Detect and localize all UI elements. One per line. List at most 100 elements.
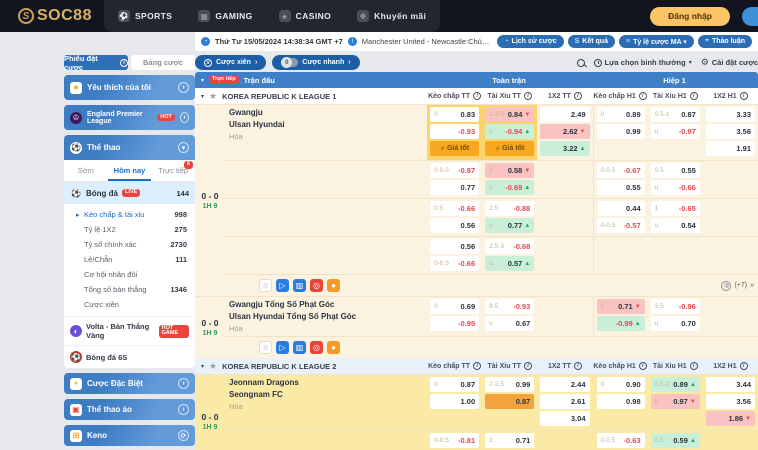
odds-cell[interactable]: 0-0.5-0.66 — [430, 256, 479, 271]
odds-cell[interactable]: 1.00 — [430, 394, 479, 409]
odds-cell[interactable]: 0.50.55 — [651, 163, 700, 178]
best-price-button[interactable]: ⚡Giá tốt — [485, 141, 534, 156]
odds-cell[interactable]: u0.87 — [485, 394, 534, 409]
odds-cell[interactable]: 1.91 — [706, 141, 755, 156]
live-center-icon[interactable]: ◎ — [310, 341, 323, 354]
odds-cell[interactable]: 0.50.59▲ — [651, 433, 700, 448]
sports-header[interactable]: ⚽ Thể thao ▾ — [64, 135, 195, 160]
odds-cell[interactable]: 20.58▼ — [485, 163, 534, 178]
odds-cell[interactable]: 00.71▼ — [597, 299, 645, 314]
nav-item-khuyến-mãi[interactable]: ❖Khuyến mãi — [357, 10, 426, 22]
news-ticker[interactable]: Manchester United - Newcastle:Chúng tôi … — [362, 37, 493, 46]
favorites-header[interactable]: ★ Yêu thích của tôi › — [64, 75, 195, 100]
odds-cell[interactable]: 0-0.5-0.63 — [597, 433, 645, 448]
sort-select[interactable]: Lựa chọn bình thường ▾ — [594, 58, 692, 67]
sidebar-market-item[interactable]: Lẻ/Chẵn111 — [64, 252, 195, 267]
odds-cell[interactable]: 00.87 — [430, 377, 479, 392]
odds-cell[interactable]: 0-0.5-0.67 — [597, 163, 645, 178]
odds-cell[interactable]: 0.44 — [597, 201, 645, 216]
odds-cell[interactable]: u-0.97 — [651, 124, 700, 139]
quick-bet-toggle[interactable] — [281, 58, 298, 67]
register-button-partial[interactable] — [742, 7, 758, 26]
time-tab-trực-tiếp[interactable]: Trực tiếp6 — [151, 160, 195, 181]
odds-cell[interactable]: u0.97▼ — [651, 394, 700, 409]
quick-bet-button[interactable]: Cược nhanh › — [272, 55, 359, 70]
stream-icon[interactable]: ▷ — [276, 279, 289, 292]
nav-item-sports[interactable]: ⚽SPORTS — [118, 10, 172, 22]
odds-cell[interactable]: 0.99 — [597, 124, 645, 139]
sidebar-market-item[interactable]: Tỷ số chính xác2730 — [64, 237, 195, 252]
nav-item-gaming[interactable]: ▦GAMING — [198, 10, 252, 22]
brand-logo[interactable]: S SOC88 — [18, 7, 92, 25]
odds-cell[interactable]: 3.44 — [706, 377, 755, 392]
sidebar-market-item[interactable]: Kèo chấp & tài xỉu998 — [64, 207, 195, 222]
infobar-button-odds-ma[interactable]: ≡Tỷ lệ cược MA ▾ — [619, 35, 694, 48]
odds-cell[interactable]: u-0.69▲ — [485, 180, 534, 195]
odds-cell[interactable]: 0.5-10.87 — [651, 107, 700, 122]
odds-cell[interactable]: 0.5-0.66 — [430, 201, 479, 216]
odds-cell[interactable]: 2.5-3-0.68 — [485, 239, 534, 254]
odds-cell[interactable]: 0-0.5-0.87 — [430, 163, 479, 178]
odds-cell[interactable]: 2.61 — [540, 394, 589, 409]
odds-cell[interactable]: 3.33 — [706, 107, 755, 122]
odds-cell[interactable]: 0.77 — [430, 180, 479, 195]
sidebar-item-football[interactable]: ⚽ Bóng đá LIVE 144 — [64, 182, 195, 204]
ball-tracker-icon[interactable]: ● — [327, 341, 340, 354]
sidebar-game-item[interactable]: ◐Volta - Bàn Thắng VàngHOT GAME — [64, 316, 195, 345]
stream-icon[interactable]: ▷ — [276, 341, 289, 354]
statistics-icon[interactable]: ▥ — [293, 279, 306, 292]
sidebar-market-item[interactable]: Tổng số bàn thắng1346 — [64, 282, 195, 297]
odds-cell[interactable]: u-0.94▲ — [485, 124, 534, 139]
time-tab-sớm[interactable]: Sớm — [64, 160, 108, 181]
infobar-button-chat[interactable]: ❞Thảo luận — [698, 35, 752, 48]
sidebar-market-item[interactable]: Tỷ lệ 1X2275 — [64, 222, 195, 237]
tab-bet-slip[interactable]: Phiếu đặt cược i — [64, 55, 128, 70]
odds-cell[interactable]: 0-0.5-0.81 — [430, 433, 479, 448]
odds-cell[interactable]: 3.56 — [706, 124, 755, 139]
time-tab-hôm-nay[interactable]: Hôm nay — [108, 160, 152, 181]
odds-cell[interactable]: 20.71 — [485, 433, 534, 448]
odds-cell[interactable]: 3.04 — [540, 411, 589, 426]
odds-cell[interactable]: 2.44 — [540, 377, 589, 392]
odds-cell[interactable]: 00.83 — [430, 107, 479, 122]
live-center-icon[interactable]: ◎ — [310, 279, 323, 292]
home-team-name[interactable]: Gwangju — [229, 108, 423, 117]
sidebar-market-item[interactable]: Cược xiên — [64, 297, 195, 312]
parlay-button[interactable]: x Cược xiên › — [195, 55, 266, 70]
odds-cell[interactable]: 00.69 — [430, 299, 479, 314]
ball-tracker-icon[interactable]: ● — [327, 279, 340, 292]
odds-cell[interactable]: u0.77▲ — [485, 218, 534, 233]
live-filter-badge[interactable]: Trực tiếp — [209, 76, 239, 84]
more-markets-button[interactable]: ◍(+7)» — [721, 281, 754, 291]
sidebar-panel-header[interactable]: ⊞Keno⟳ — [64, 425, 195, 446]
sidebar-panel-header[interactable]: ▣Thể thao ảo› — [64, 399, 195, 420]
epl-header[interactable]: ♔ England Premier League HOT › — [64, 105, 195, 130]
odds-cell[interactable]: 0.55 — [597, 180, 645, 195]
odds-cell[interactable]: 2-2.50.99 — [485, 377, 534, 392]
best-price-button[interactable]: ⚡Giá tốt — [430, 141, 479, 156]
odds-cell[interactable]: u0.57▲ — [485, 256, 534, 271]
away-team-name[interactable]: Ulsan Hyundai Tổng Số Phạt Góc — [229, 312, 423, 321]
nav-item-casino[interactable]: ♠CASINO — [279, 10, 331, 22]
odds-cell[interactable]: 2.62▼ — [540, 124, 589, 139]
odds-cell[interactable]: -0.95 — [430, 316, 479, 331]
search-icon[interactable] — [577, 59, 585, 67]
statistics-icon[interactable]: ▥ — [293, 341, 306, 354]
odds-cell[interactable]: u0.70 — [651, 316, 700, 331]
odds-cell[interactable]: 0.56 — [430, 239, 479, 254]
home-team-name[interactable]: Jeonnam Dragons — [229, 378, 423, 387]
home-team-name[interactable]: Gwangju Tổng Số Phạt Góc — [229, 300, 423, 309]
chevron-down-icon[interactable]: ▾ — [201, 93, 204, 100]
collapse-all-icon[interactable]: ▾ — [201, 77, 204, 84]
infobar-button-results[interactable]: SKết quả — [568, 35, 615, 48]
odds-cell[interactable]: 0.98 — [597, 394, 645, 409]
bet-settings-button[interactable]: ⚙ Cài đặt cược — [701, 58, 758, 67]
odds-cell[interactable]: 00.90 — [597, 377, 645, 392]
sidebar-market-item[interactable]: Cơ hội nhân đôi — [64, 267, 195, 282]
away-team-name[interactable]: Seongnam FC — [229, 390, 423, 399]
odds-cell[interactable]: u0.54 — [651, 218, 700, 233]
favorite-star-icon[interactable]: ★ — [209, 361, 217, 372]
odds-cell[interactable]: 0.56 — [430, 218, 479, 233]
odds-cell[interactable]: -0.93 — [430, 124, 479, 139]
odds-cell[interactable]: -0.99▲ — [597, 316, 645, 331]
